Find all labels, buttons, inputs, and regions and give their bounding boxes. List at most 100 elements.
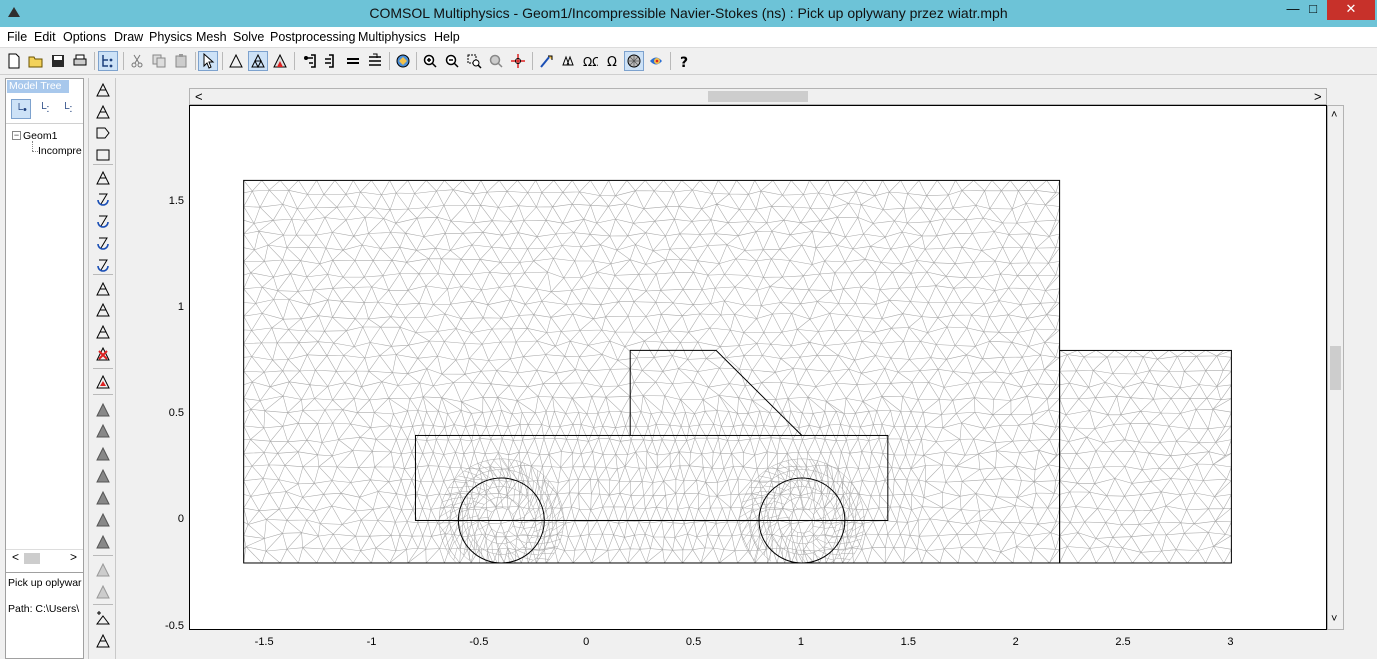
solid-triangle-4-icon[interactable]	[93, 532, 113, 552]
open-icon[interactable]	[26, 51, 46, 71]
zoom-in-step-icon[interactable]	[321, 51, 341, 71]
refine-tri-icon[interactable]	[93, 300, 113, 320]
select-icon[interactable]	[198, 51, 218, 71]
edge-triangle-icon[interactable]	[93, 631, 113, 651]
mesh-mode-icon[interactable]	[248, 51, 268, 71]
tree-scroll-left-button[interactable]: <	[12, 550, 19, 564]
color-plot-icon[interactable]	[646, 51, 666, 71]
new-icon[interactable]	[4, 51, 24, 71]
menu-bar: File Edit Options Draw Physics Mesh Solv…	[0, 27, 1377, 48]
canvas-vscrollbar[interactable]: ˄ ˅	[1327, 105, 1344, 630]
draw-line-icon[interactable]	[93, 80, 113, 100]
solid-house-icon[interactable]	[93, 466, 113, 486]
model-path: Path: C:\Users\	[8, 603, 80, 615]
extrude-mesh-icon[interactable]	[93, 279, 113, 299]
maximize-button[interactable]: □	[1300, 0, 1326, 20]
rotate-mesh-2-icon[interactable]	[93, 211, 113, 231]
tree-hscrollbar[interactable]: < >	[6, 549, 83, 565]
close-button[interactable]: ✕	[1327, 0, 1375, 20]
solid-triangle-icon[interactable]	[93, 400, 113, 420]
canvas-hscrollbar[interactable]: < >	[189, 88, 1327, 105]
zoom-extents-icon[interactable]	[486, 51, 506, 71]
postprocess-mode-icon[interactable]	[270, 51, 290, 71]
model-tree-view-tabs: └• └: └:	[8, 99, 82, 119]
outline-triangle-2-icon[interactable]	[93, 582, 113, 602]
rotate-mesh-4-icon[interactable]	[93, 255, 113, 275]
cut-icon[interactable]	[127, 51, 147, 71]
copy-icon[interactable]	[149, 51, 169, 71]
tree-node-physics[interactable]: Incompre	[38, 145, 83, 157]
tab-detail-tree[interactable]: └:	[57, 99, 77, 119]
menu-postprocessing[interactable]: Postprocessing	[270, 30, 355, 44]
solid-triangle-2-icon[interactable]	[93, 488, 113, 508]
canvas-hscroll-thumb[interactable]	[708, 91, 808, 102]
zoom-window-icon[interactable]	[464, 51, 484, 71]
refine-mesh-icon[interactable]: ΩΩ	[580, 51, 600, 71]
title-bar: COMSOL Multiphysics - Geom1/Incompressib…	[0, 0, 1377, 27]
tree-expander[interactable]: −	[12, 131, 21, 140]
draw-toolbar	[88, 78, 116, 659]
tree-node-geom1[interactable]: Geom1	[23, 130, 57, 142]
outline-triangle-icon[interactable]	[93, 560, 113, 580]
refine-tri-2-icon[interactable]	[93, 322, 113, 342]
draw-polygon-icon[interactable]	[93, 123, 113, 143]
model-info-panel: Pick up oplywar Path: C:\Users\	[6, 572, 83, 658]
equal-icon[interactable]	[343, 51, 363, 71]
help-icon[interactable]: ?	[674, 51, 694, 71]
menu-physics[interactable]: Physics	[149, 30, 192, 44]
menu-edit[interactable]: Edit	[34, 30, 56, 44]
menu-mesh[interactable]: Mesh	[196, 30, 227, 44]
menu-multiphysics[interactable]: Multiphysics	[358, 30, 426, 44]
paste-icon[interactable]	[171, 51, 191, 71]
model-tree-icon[interactable]	[98, 51, 118, 71]
canvas-scroll-right-button[interactable]: >	[1314, 89, 1322, 104]
draw-square-icon[interactable]	[93, 145, 113, 165]
rotate-mesh-3-icon[interactable]	[93, 233, 113, 253]
rotate-mesh-icon[interactable]	[93, 189, 113, 209]
draw-triangle-icon[interactable]	[93, 102, 113, 122]
move-icon[interactable]	[508, 51, 528, 71]
menu-draw[interactable]: Draw	[114, 30, 143, 44]
geometry-canvas[interactable]	[189, 105, 1327, 630]
add-point-icon[interactable]	[93, 608, 113, 628]
y-tick-label: 1.5	[168, 194, 184, 207]
draw-mode-icon[interactable]	[226, 51, 246, 71]
menu-file[interactable]: File	[7, 30, 27, 44]
scroll-icon[interactable]	[299, 51, 319, 71]
mesh-plot[interactable]	[190, 106, 1327, 630]
menu-solve[interactable]: Solve	[233, 30, 264, 44]
svg-text:Ω: Ω	[607, 55, 617, 69]
initialize-mesh-icon[interactable]	[558, 51, 578, 71]
plot-parameters-icon[interactable]	[536, 51, 556, 71]
canvas-vscroll-thumb[interactable]	[1330, 346, 1341, 390]
tab-physics-tree[interactable]: └:	[34, 99, 54, 119]
refresh-icon[interactable]	[393, 51, 413, 71]
zoom-out-icon[interactable]	[442, 51, 462, 71]
menu-options[interactable]: Options	[63, 30, 106, 44]
menu-help[interactable]: Help	[434, 30, 460, 44]
omega-icon[interactable]: Ω	[602, 51, 622, 71]
x-tick-label: 1	[797, 636, 804, 648]
tree-scroll-right-button[interactable]: >	[70, 550, 77, 564]
canvas-scroll-left-button[interactable]: <	[195, 89, 203, 104]
sub-equal-icon[interactable]	[365, 51, 385, 71]
x-tick-label: 2	[1012, 636, 1019, 648]
save-icon[interactable]	[48, 51, 68, 71]
print-icon[interactable]	[70, 51, 90, 71]
mesh-visible-icon[interactable]	[624, 51, 644, 71]
solid-flag-icon[interactable]	[93, 421, 113, 441]
solid-triangle-3-icon[interactable]	[93, 510, 113, 530]
delete-mesh-icon[interactable]	[93, 344, 113, 364]
window-title: COMSOL Multiphysics - Geom1/Incompressib…	[369, 5, 1008, 21]
x-tick-label: -1.5	[254, 636, 274, 648]
zoom-in-icon[interactable]	[420, 51, 440, 71]
tree-scroll-thumb[interactable]	[24, 553, 40, 564]
solid-square-icon[interactable]	[93, 444, 113, 464]
mesh-stats-icon[interactable]	[93, 372, 113, 392]
canvas-scroll-up-button[interactable]: ˄	[1331, 109, 1337, 121]
mesh-boundary-icon[interactable]	[93, 168, 113, 188]
model-tree-header: Model Tree	[7, 80, 69, 93]
canvas-scroll-down-button[interactable]: ˅	[1331, 613, 1337, 625]
tab-model-tree[interactable]: └•	[11, 99, 31, 119]
y-tick-label: 0	[177, 513, 184, 526]
